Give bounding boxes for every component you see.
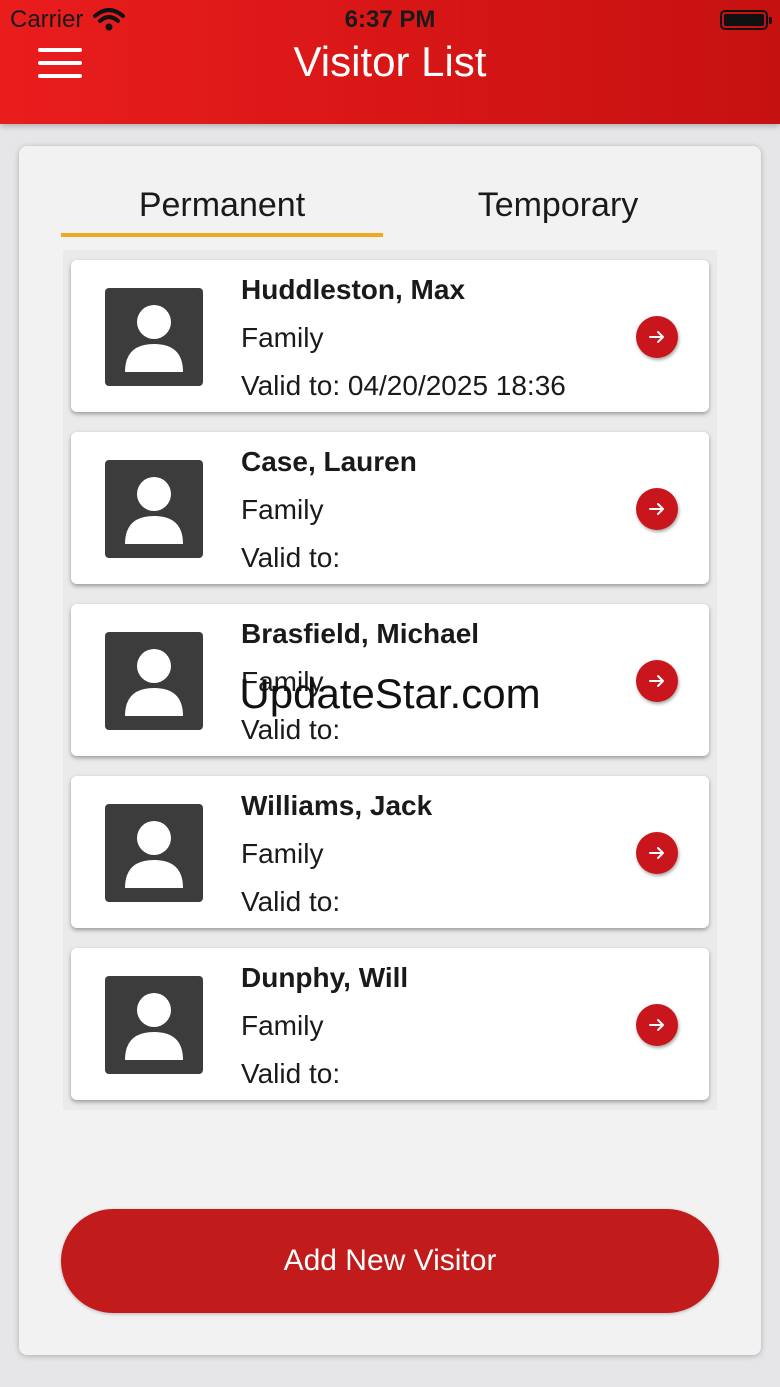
visitor-detail-button[interactable] — [636, 660, 678, 702]
visitor-relation: Family — [241, 322, 324, 353]
visitor-name: Case, Lauren — [241, 446, 417, 477]
visitor-card[interactable]: Williams, Jack Family Valid to: — [71, 776, 709, 928]
arrow-right-icon — [649, 675, 664, 687]
app-header: Carrier 6:37 PM Visitor List — [0, 0, 780, 124]
visitor-name: Huddleston, Max — [241, 274, 466, 305]
visitor-valid-to: Valid to: — [241, 714, 341, 745]
avatar — [105, 460, 203, 558]
visitor-panel: Permanent Temporary Huddleston, Max Fami… — [19, 146, 761, 1355]
visitor-relation: Family — [241, 1010, 324, 1041]
add-new-visitor-button[interactable]: Add New Visitor — [61, 1209, 719, 1313]
visitor-valid-to: Valid to: — [241, 542, 341, 573]
visitor-card[interactable]: Dunphy, Will Family Valid to: — [71, 948, 709, 1100]
person-icon — [125, 477, 183, 544]
visitor-detail-button[interactable] — [636, 488, 678, 530]
visitor-relation: Family — [241, 838, 324, 869]
visitor-relation: Family — [241, 666, 324, 697]
visitor-card[interactable]: Brasfield, Michael Family Valid to: — [71, 604, 709, 756]
status-time: 6:37 PM — [344, 6, 436, 33]
visitor-name: Brasfield, Michael — [241, 618, 480, 649]
battery-icon — [720, 10, 772, 30]
tab-permanent[interactable]: Permanent — [61, 186, 383, 225]
visitor-name: Dunphy, Will — [241, 962, 409, 993]
visitor-valid-to: Valid to: 04/20/2025 18:36 — [241, 370, 566, 401]
visitor-detail-button[interactable] — [636, 1004, 678, 1046]
visitor-detail-button[interactable] — [636, 316, 678, 358]
person-icon — [125, 305, 183, 372]
avatar — [105, 288, 203, 386]
person-icon — [125, 649, 183, 716]
visitor-relation: Family — [241, 494, 324, 525]
visitor-valid-to: Valid to: — [241, 1058, 341, 1089]
active-tab-indicator — [61, 233, 383, 237]
person-icon — [125, 821, 183, 888]
page-title: Visitor List — [293, 38, 487, 85]
avatar — [105, 632, 203, 730]
arrow-right-icon — [649, 331, 664, 343]
visitor-detail-button[interactable] — [636, 832, 678, 874]
visitor-valid-to: Valid to: — [241, 886, 341, 917]
arrow-right-icon — [649, 503, 664, 515]
visitor-list[interactable]: Huddleston, Max Family Valid to: 04/20/2… — [63, 250, 717, 1110]
arrow-right-icon — [649, 847, 664, 859]
person-icon — [125, 993, 183, 1060]
visitor-card[interactable]: Huddleston, Max Family Valid to: 04/20/2… — [71, 260, 709, 412]
visitor-card[interactable]: Case, Lauren Family Valid to: — [71, 432, 709, 584]
arrow-right-icon — [649, 1019, 664, 1031]
avatar — [105, 804, 203, 902]
avatar — [105, 976, 203, 1074]
visitor-name: Williams, Jack — [241, 790, 433, 821]
tab-temporary[interactable]: Temporary — [397, 186, 719, 225]
